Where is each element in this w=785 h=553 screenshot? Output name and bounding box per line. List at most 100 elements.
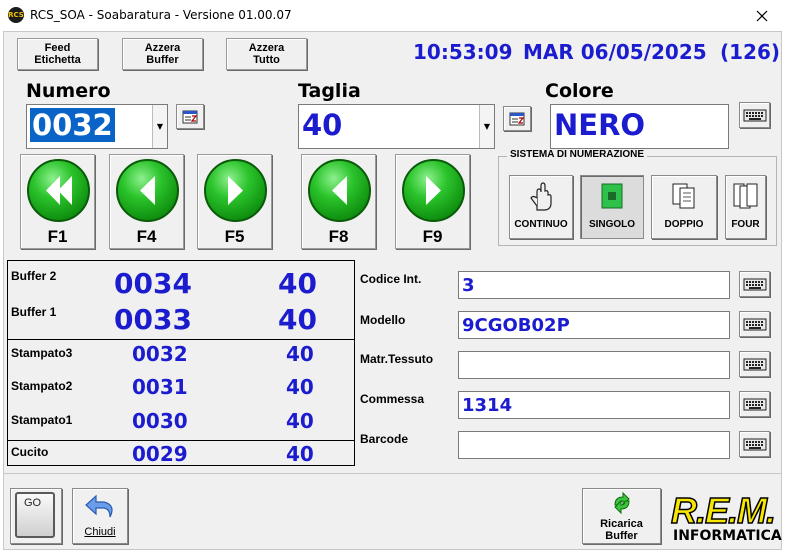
- azzera-buffer-line1: Azzera: [144, 42, 181, 54]
- f5-next-button[interactable]: F5: [197, 154, 272, 249]
- f9-next-size-button[interactable]: F9: [395, 154, 470, 249]
- close-icon: [756, 10, 768, 21]
- go-label: GO: [24, 497, 42, 509]
- stampato1-numero: 0030: [132, 409, 188, 433]
- buffer1-taglia: 40: [278, 303, 317, 336]
- continuo-button[interactable]: CONTINUO: [509, 175, 573, 239]
- left-arrow-icon: [116, 159, 179, 222]
- hand-icon: [530, 182, 552, 211]
- azzera-buffer-line2: Buffer: [146, 54, 179, 66]
- matr-tessuto-keyboard-button[interactable]: [739, 351, 770, 377]
- list-edit-icon: [509, 112, 525, 125]
- azzera-tutto-button[interactable]: Azzera Tutto: [226, 38, 307, 70]
- colore-field[interactable]: NERO: [550, 104, 729, 149]
- cucito-taglia: 40: [286, 442, 314, 466]
- reload-icon: [614, 491, 630, 515]
- f4-label: F4: [136, 227, 157, 246]
- ricarica-buffer-button[interactable]: Ricarica Buffer: [582, 488, 661, 544]
- taglia-list-button[interactable]: [503, 106, 531, 131]
- feed-etichetta-button[interactable]: Feed Etichetta: [17, 38, 98, 70]
- numero-combo[interactable]: 0032 ▼: [26, 104, 168, 149]
- four-pages-icon: [733, 183, 757, 209]
- go-button[interactable]: GO: [10, 488, 62, 544]
- chevron-down-icon: ▼: [483, 121, 491, 131]
- keyboard-icon: [743, 358, 766, 371]
- feed-label-line1: Feed: [44, 42, 71, 54]
- modello-field[interactable]: 9CGOB02P: [458, 311, 730, 339]
- ricarica-label-line2: Buffer: [605, 530, 638, 542]
- colore-label: Colore: [545, 80, 614, 102]
- buffer2-numero: 0034: [114, 267, 192, 300]
- logo-rem-text: R.E.M.: [670, 489, 777, 532]
- panel-divider: [8, 339, 354, 340]
- azzera-tutto-line1: Azzera: [248, 42, 285, 54]
- cucito-label: Cucito: [11, 445, 49, 459]
- buffer-panel: Buffer 2 0034 40 Buffer 1 0033 40 Stampa…: [7, 260, 355, 466]
- feed-label-line2: Etichetta: [34, 54, 81, 66]
- stampato2-numero: 0031: [132, 375, 188, 399]
- singolo-label: SINGOLO: [588, 219, 636, 230]
- buffer2-row: Buffer 2 0034 40: [8, 265, 354, 301]
- numero-value: 0032: [30, 108, 115, 142]
- numero-list-button[interactable]: [176, 104, 204, 129]
- barcode-label: Barcode: [360, 432, 409, 446]
- singolo-button[interactable]: SINGOLO: [580, 175, 644, 239]
- matr-tessuto-label: Matr.Tessuto: [360, 352, 434, 366]
- doppio-button[interactable]: DOPPIO: [651, 175, 717, 239]
- numero-label: Numero: [26, 80, 111, 102]
- codice-int-keyboard-button[interactable]: [739, 271, 770, 297]
- double-left-arrow-icon: [27, 159, 90, 222]
- stampato3-taglia: 40: [286, 342, 314, 366]
- right-arrow-icon: [204, 159, 267, 222]
- buffer1-label: Buffer 1: [11, 305, 57, 319]
- chiudi-button[interactable]: Chiudi: [72, 488, 128, 544]
- numerazione-title: SISTEMA DI NUMERAZIONE: [507, 149, 648, 160]
- barcode-keyboard-button[interactable]: [739, 431, 770, 457]
- stampato3-label: Stampato3: [11, 346, 73, 360]
- colore-value: NERO: [554, 108, 646, 142]
- f4-previous-button[interactable]: F4: [109, 154, 184, 249]
- modello-keyboard-button[interactable]: [739, 311, 770, 337]
- single-page-icon: [601, 183, 623, 209]
- colore-keyboard-button[interactable]: [739, 102, 770, 128]
- four-button[interactable]: FOUR: [725, 175, 766, 239]
- barcode-field[interactable]: [458, 431, 730, 459]
- f1-label: F1: [47, 227, 68, 246]
- matr-tessuto-field[interactable]: [458, 351, 730, 379]
- chevron-down-icon: ▼: [156, 121, 164, 131]
- taglia-dropdown-arrow[interactable]: ▼: [479, 105, 494, 148]
- title-bar: RCS RCS_SOA - Soabaratura - Versione 01.…: [0, 0, 785, 31]
- logo-informatica-text: INFORMATICA: [673, 528, 782, 544]
- commessa-keyboard-button[interactable]: [739, 391, 770, 417]
- f8-previous-size-button[interactable]: F8: [301, 154, 376, 249]
- keyboard-icon: [743, 278, 766, 291]
- numero-dropdown-arrow[interactable]: ▼: [152, 105, 167, 148]
- ricarica-label-line1: Ricarica: [600, 518, 643, 530]
- codice-int-field[interactable]: 3: [458, 271, 730, 299]
- numerazione-group: SISTEMA DI NUMERAZIONE CONTINUO SINGOLO …: [498, 149, 777, 246]
- azzera-buffer-button[interactable]: Azzera Buffer: [122, 38, 203, 70]
- keyboard-icon: [743, 438, 766, 451]
- counter: (126): [720, 40, 781, 64]
- f8-label: F8: [328, 227, 349, 246]
- commessa-field[interactable]: 1314: [458, 391, 730, 419]
- list-edit-icon: [182, 110, 198, 123]
- stampato3-row: Stampato3 0032 40: [8, 341, 354, 375]
- azzera-tutto-line2: Tutto: [253, 54, 280, 66]
- taglia-combo[interactable]: 40 ▼: [298, 104, 495, 149]
- buffer1-row: Buffer 1 0033 40: [8, 301, 354, 337]
- taglia-value: 40: [302, 108, 343, 142]
- right-arrow-icon: [402, 159, 465, 222]
- double-page-icon: [672, 183, 695, 209]
- stampato2-label: Stampato2: [11, 379, 73, 393]
- f1-first-button[interactable]: F1: [20, 154, 95, 249]
- taglia-label: Taglia: [298, 80, 361, 102]
- keyboard-icon: [743, 398, 766, 411]
- continuo-label: CONTINUO: [514, 219, 568, 230]
- stampato1-label: Stampato1: [11, 413, 73, 427]
- go-key-icon: GO: [15, 492, 55, 538]
- stampato2-taglia: 40: [286, 375, 314, 399]
- close-button[interactable]: [739, 0, 785, 31]
- buffer2-label: Buffer 2: [11, 269, 57, 283]
- f9-label: F9: [422, 227, 443, 246]
